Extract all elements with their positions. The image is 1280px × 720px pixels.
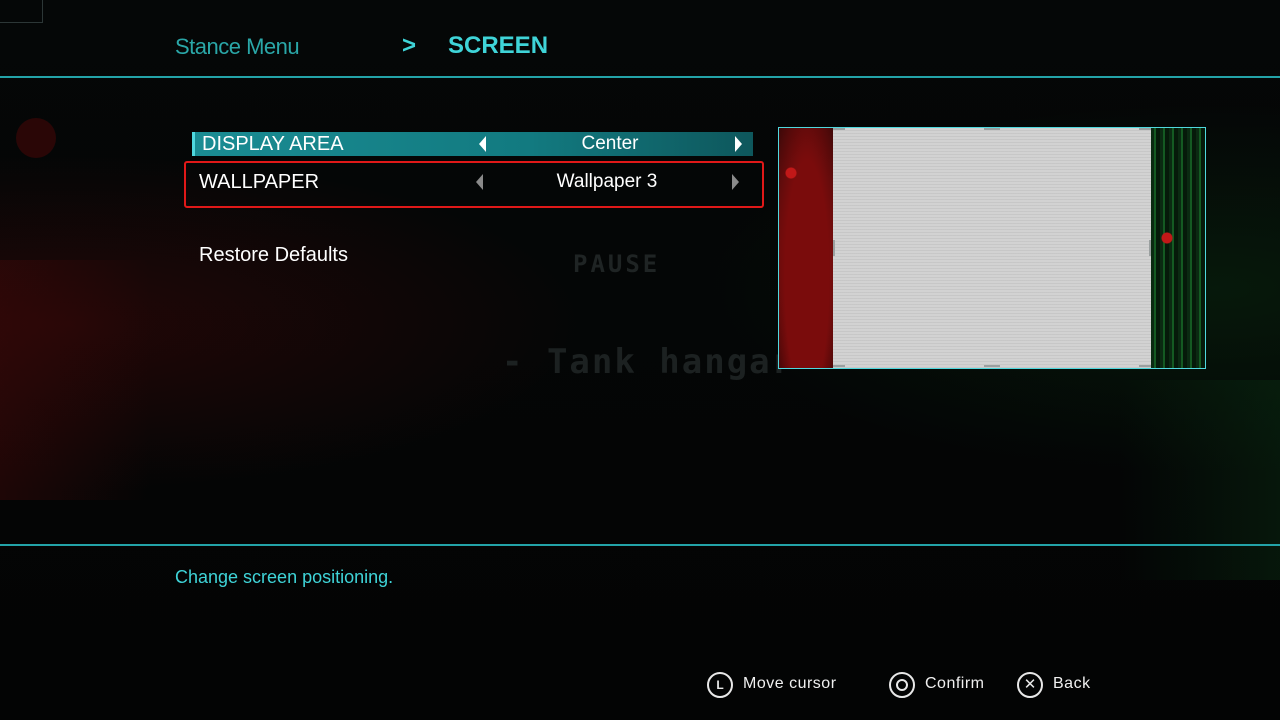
cursor-focus-frame — [184, 161, 764, 208]
arrow-right-icon[interactable] — [735, 136, 742, 152]
background-green-artwork — [1120, 380, 1280, 580]
preview-corner-tick — [1139, 128, 1151, 130]
prompt-label: Move cursor — [743, 675, 837, 692]
circle-button-icon — [889, 672, 915, 698]
left-stick-glyph: L — [716, 678, 724, 692]
preview-corner-tick — [833, 128, 845, 130]
preview-wallpaper-left — [779, 128, 833, 368]
footer-divider — [0, 544, 1280, 546]
preview-game-area — [833, 128, 1151, 368]
circle-glyph — [896, 679, 908, 691]
prompt-label: Confirm — [925, 675, 985, 692]
prompt-label: Back — [1053, 675, 1091, 692]
left-stick-icon: L — [707, 672, 733, 698]
option-label: DISPLAY AREA — [202, 133, 344, 155]
page-title: SCREEN — [448, 32, 549, 59]
corner-decoration — [0, 0, 43, 23]
arrow-left-icon[interactable] — [479, 136, 486, 152]
cross-button-icon: ✕ — [1017, 672, 1043, 698]
background-pause-text: PAUSE — [573, 250, 661, 278]
red-circle-decoration — [16, 118, 56, 158]
chevron-right-icon: > — [402, 32, 417, 59]
background-red-artwork — [0, 260, 150, 500]
preview-center-tick — [1149, 240, 1151, 256]
screen-preview — [778, 127, 1206, 369]
preview-corner-tick — [833, 365, 845, 367]
restore-defaults-button[interactable]: Restore Defaults — [199, 244, 348, 267]
screen-settings-menu: PAUSE - Tank hangar - Stance Menu > SCRE… — [0, 0, 1280, 720]
breadcrumb-parent[interactable]: Stance Menu — [175, 34, 300, 60]
preview-center-tick — [984, 365, 1000, 367]
header-divider — [0, 76, 1280, 78]
preview-center-tick — [984, 128, 1000, 130]
option-display-area[interactable]: DISPLAY AREA Center — [192, 132, 753, 156]
preview-center-tick — [833, 240, 835, 256]
cross-glyph: ✕ — [1023, 676, 1037, 693]
help-text: Change screen positioning. — [175, 567, 394, 587]
preview-wallpaper-right — [1151, 128, 1205, 368]
preview-corner-tick — [1139, 365, 1151, 367]
option-value: Center — [581, 133, 639, 154]
